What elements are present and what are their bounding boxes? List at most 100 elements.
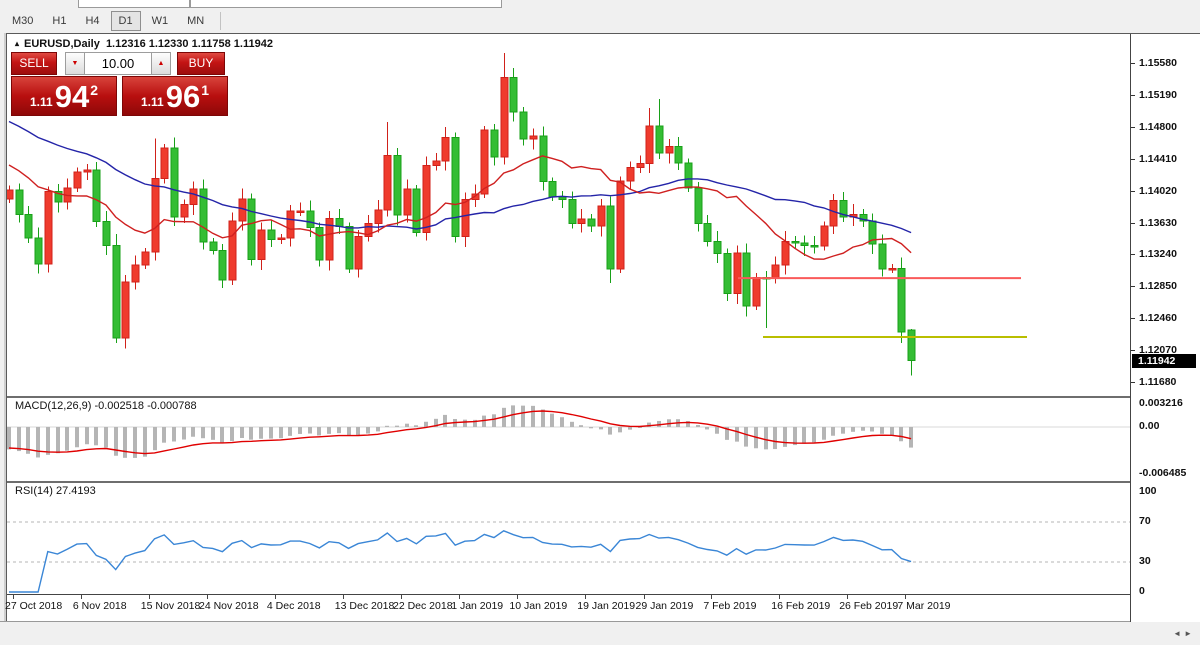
toolbar-edge-box-1 [78,0,190,8]
price-axis[interactable]: 1.11942 1.15580 1.15190 1.14800 1.14410 1.14… [1130,34,1200,622]
macd-tick-label: -0.006485 [1139,467,1186,479]
tab-scroll-right-icon[interactable]: ► [1184,629,1195,638]
date-tick-mark [149,595,150,599]
date-tick-mark [644,595,645,599]
price-tick-mark [1131,127,1135,128]
buy-price-button[interactable]: 1.11 96 1 [122,76,228,116]
price-tick-mark [1131,350,1135,351]
sell-price-prefix: 1.11 [30,95,53,109]
date-tick-mark [207,595,208,599]
volume-stepper: ▼ 10.00 ▲ [65,52,171,75]
date-label: 19 Jan 2019 [577,600,635,612]
buy-price-prefix: 1.11 [141,95,164,109]
date-tick-mark [343,595,344,599]
price-tick-label: 1.14800 [1139,121,1177,133]
price-tick-label: 1.15190 [1139,89,1177,101]
price-tick-mark [1131,382,1135,383]
rsi-indicator-panel[interactable]: RSI(14) 27.4193 [7,481,1130,594]
toolbar-separator [220,12,221,30]
date-label: 4 Dec 2018 [267,600,321,612]
price-tick-label: 1.12460 [1139,312,1177,324]
volume-decrease-icon[interactable]: ▼ [65,52,85,75]
date-tick-mark [905,595,906,599]
date-label: 15 Nov 2018 [141,600,201,612]
price-tick-mark [1131,286,1135,287]
date-label: 29 Jan 2019 [636,600,694,612]
date-tick-mark [275,595,276,599]
price-tick-mark [1131,159,1135,160]
date-tick-mark [711,595,712,599]
moving-average-13 [9,156,911,259]
rsi-tick-label: 100 [1139,485,1157,497]
date-tick-mark [81,595,82,599]
price-tick-mark [1131,318,1135,319]
one-click-trade-widget: SELL ▼ 10.00 ▲ BUY 1.11 94 2 1.11 96 1 [11,52,235,116]
timeframe-toolbar: M30H1H4D1W1MN [0,8,1200,33]
date-label: 22 Dec 2018 [393,600,453,612]
date-label: 6 Nov 2018 [73,600,127,612]
macd-tick-label: 0.00 [1139,420,1159,432]
date-label: 26 Feb 2019 [839,600,898,612]
toolbar-edge-box-2 [190,0,502,8]
date-label: 24 Nov 2018 [199,600,259,612]
price-tick-label: 1.14020 [1139,185,1177,197]
volume-increase-icon[interactable]: ▲ [151,52,171,75]
date-label: 13 Dec 2018 [335,600,395,612]
timeframe-button-h4[interactable]: H4 [77,11,107,31]
price-tick-mark [1131,95,1135,96]
macd-tick-label: 0.003216 [1139,397,1183,409]
volume-input[interactable]: 10.00 [85,52,151,75]
price-tick-mark [1131,191,1135,192]
main-chart-panel[interactable]: ▴ EURUSD,Daily 1.12316 1.12330 1.11758 1.… [7,34,1130,396]
rsi-label: RSI(14) 27.4193 [15,485,96,497]
chart-tab-bar: ◄► [0,621,1200,645]
date-tick-mark [401,595,402,599]
chart-window: ▴ EURUSD,Daily 1.12316 1.12330 1.11758 1.… [6,33,1200,621]
price-tick-mark [1131,254,1135,255]
buy-button[interactable]: BUY [177,52,225,75]
tab-scroll-arrows[interactable]: ◄► [1173,629,1195,638]
price-tick-label: 1.12850 [1139,280,1177,292]
sell-price-big: 94 [55,82,89,112]
rsi-chart [7,483,1130,594]
price-tick-label: 1.15580 [1139,57,1177,69]
date-tick-mark [517,595,518,599]
date-tick-mark [13,595,14,599]
date-label: 1 Jan 2019 [451,600,503,612]
macd-indicator-panel[interactable]: MACD(12,26,9) -0.002518 -0.000788 [7,396,1130,481]
timeframe-button-mn[interactable]: MN [179,11,212,31]
macd-label: MACD(12,26,9) -0.002518 -0.000788 [15,400,197,412]
date-label: 10 Jan 2019 [509,600,567,612]
date-label: 16 Feb 2019 [771,600,830,612]
price-tick-label: 1.13240 [1139,248,1177,260]
sell-button[interactable]: SELL [11,52,57,75]
date-label: 7 Feb 2019 [703,600,756,612]
timeframe-button-h1[interactable]: H1 [44,11,74,31]
price-tick-mark [1131,223,1135,224]
rsi-tick-label: 0 [1139,585,1145,597]
buy-price-big: 96 [166,82,200,112]
current-price-badge: 1.11942 [1132,354,1196,368]
buy-price-sup: 1 [201,82,209,98]
rsi-tick-label: 30 [1139,555,1151,567]
date-tick-mark [459,595,460,599]
date-label: 7 Mar 2019 [897,600,950,612]
price-tick-label: 1.14410 [1139,153,1177,165]
timeframe-button-m30[interactable]: M30 [4,11,41,31]
sell-price-button[interactable]: 1.11 94 2 [11,76,117,116]
collapse-triangle-icon[interactable]: ▴ [15,39,19,48]
moving-average-34 [9,122,911,233]
chart-symbol-title: ▴ EURUSD,Daily 1.12316 1.12330 1.11758 1.… [15,38,273,50]
tab-scroll-left-icon[interactable]: ◄ [1173,629,1184,638]
top-window-edge [0,0,1200,8]
price-tick-label: 1.11680 [1139,376,1176,388]
ohlc-quote: 1.12316 1.12330 1.11758 1.11942 [106,38,273,50]
symbol-label: EURUSD,Daily [24,38,100,50]
date-tick-mark [847,595,848,599]
sell-price-sup: 2 [90,82,98,98]
date-tick-mark [779,595,780,599]
timeframe-button-d1[interactable]: D1 [111,11,141,31]
timeframe-button-w1[interactable]: W1 [144,11,177,31]
date-axis[interactable]: 27 Oct 20186 Nov 201815 Nov 201824 Nov 2… [7,594,1130,621]
date-tick-mark [585,595,586,599]
